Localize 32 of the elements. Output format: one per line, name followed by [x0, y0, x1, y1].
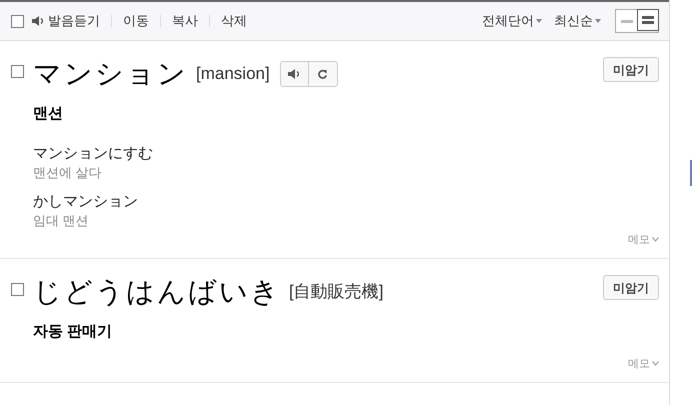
checkbox[interactable]	[11, 282, 24, 296]
word: マンション	[33, 57, 188, 91]
example-translation: 임대 맨션	[33, 212, 90, 230]
checkbox[interactable]	[11, 64, 24, 78]
word: じどうはんばいき	[33, 275, 281, 309]
replay-icon	[317, 68, 328, 80]
speaker-icon	[287, 68, 302, 80]
meaning: 맨션	[33, 104, 64, 124]
action-button[interactable]: 복사	[172, 11, 198, 31]
pronunciation: [自動販売機]	[289, 281, 384, 304]
action-button[interactable]: 발음듣기	[31, 11, 100, 31]
example-translation: 맨션에 살다	[33, 164, 103, 182]
memorize-button[interactable]: 미암기	[603, 275, 659, 300]
chevron-icon	[652, 361, 659, 366]
example-sentence: マンションにすむ	[33, 144, 154, 164]
caret-icon	[536, 19, 542, 23]
filter-dropdown[interactable]: 최신순	[554, 11, 601, 31]
action-button[interactable]: 삭제	[221, 11, 247, 31]
example-sentence: かしマンション	[33, 192, 139, 212]
filter-dropdown[interactable]: 전체단어	[482, 11, 542, 31]
scroll-marker	[690, 160, 692, 186]
pronunciation: [mansion]	[196, 63, 270, 86]
view-toggle[interactable]	[637, 9, 659, 31]
memorize-button[interactable]: 미암기	[603, 57, 659, 82]
caret-icon	[595, 19, 601, 23]
speaker-icon	[31, 15, 45, 27]
meaning: 자동 판매기	[33, 322, 114, 342]
list-icon	[642, 16, 654, 24]
chevron-icon	[652, 237, 659, 242]
checkbox[interactable]	[11, 14, 24, 28]
view-toggle[interactable]	[616, 10, 638, 32]
action-button[interactable]: 이동	[123, 11, 149, 31]
